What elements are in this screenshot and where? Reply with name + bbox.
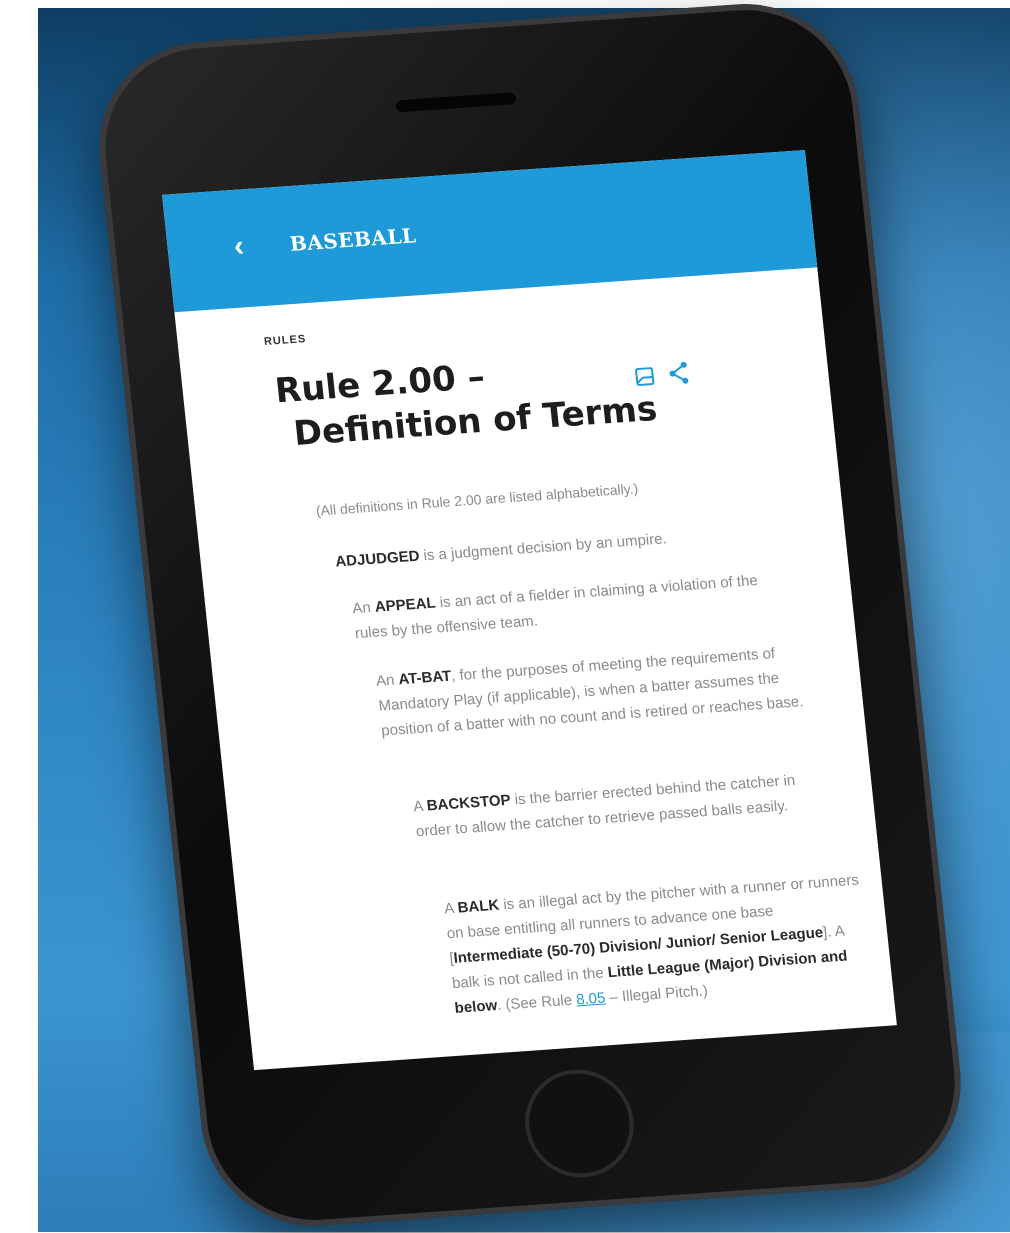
definition-at-bat: An AT-BAT, for the purposes of meeting t… (375, 638, 822, 743)
term-adjudged: ADJUDGED (334, 547, 421, 571)
rule-link[interactable]: 8.05 (575, 989, 606, 1008)
phone-body: ‹ BASEBALL RULES Rule 2.00 – Definition … (88, 0, 972, 1233)
app-title: BASEBALL (288, 223, 418, 257)
section-label: RULES (263, 333, 307, 349)
definition-balk: A BALK is an illegal act by the pitcher … (443, 867, 875, 1021)
article-content: RULES Rule 2.00 – Definition of Terms (A… (174, 267, 896, 1070)
definition-text: is a judgment decision by an umpire. (418, 530, 668, 565)
definition-intro: (All definitions in Rule 2.00 are listed… (315, 480, 639, 519)
term-appeal: APPEAL (373, 594, 437, 616)
definition-backstop: A BACKSTOP is the barrier erected behind… (412, 765, 836, 844)
definition-adjudged: ADJUDGED is a judgment decision by an um… (334, 517, 806, 575)
phone-screen: ‹ BASEBALL RULES Rule 2.00 – Definition … (162, 149, 897, 1071)
definition-text: , for the purposes of meeting the requir… (377, 645, 805, 740)
definition-appeal: An APPEAL is an act of a fielder in clai… (351, 566, 795, 646)
phone-mockup: ‹ BASEBALL RULES Rule 2.00 – Definition … (88, 0, 972, 1233)
bookmark-icon[interactable] (633, 365, 657, 388)
phone-speaker (395, 92, 517, 113)
chevron-left-icon[interactable]: ‹ (232, 229, 265, 263)
page-title: Rule 2.00 – Definition of Terms (273, 342, 681, 457)
definition-text: . (See Rule (496, 991, 578, 1014)
definition-text: – Illegal Pitch.) (604, 982, 709, 1007)
home-button[interactable] (519, 1066, 639, 1181)
share-icon[interactable] (666, 360, 690, 385)
term-backstop: BACKSTOP (425, 791, 512, 815)
term-at-bat: AT-BAT (397, 667, 453, 689)
definition-prefix: An (351, 598, 376, 618)
term-balk: BALK (456, 896, 501, 917)
definition-prefix: An (375, 671, 400, 690)
